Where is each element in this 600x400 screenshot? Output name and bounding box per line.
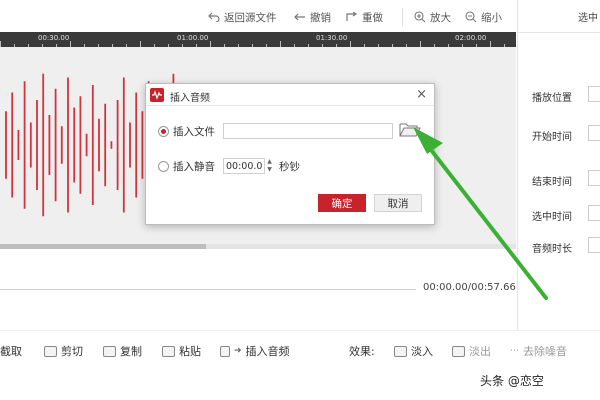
waveform-scrollbar[interactable] bbox=[0, 244, 516, 249]
back-to-source-button[interactable]: 返回源文件 bbox=[208, 9, 277, 25]
panel-divider bbox=[518, 32, 600, 33]
confirm-button[interactable]: 确定 bbox=[318, 194, 366, 212]
selected-time-field[interactable] bbox=[588, 205, 600, 221]
insert-audio-icon bbox=[220, 345, 230, 357]
redo-button[interactable]: 重做 bbox=[346, 9, 383, 25]
copy-button[interactable]: 复制 bbox=[103, 343, 142, 359]
back-to-source-label: 返回源文件 bbox=[224, 11, 277, 24]
trim-label: 截取 bbox=[0, 345, 22, 358]
paste-label: 粘贴 bbox=[179, 345, 201, 358]
ruler-tick-label: 00:30.00 bbox=[38, 34, 70, 42]
properties-panel: 选中 播放位置 开始时间 结束时间 选中时间 音频时长 bbox=[517, 0, 600, 330]
start-time-label: 开始时间 bbox=[532, 132, 572, 143]
insert-silence-label: 插入静音 bbox=[173, 161, 215, 173]
fade-in-icon bbox=[394, 345, 407, 357]
app-logo-icon bbox=[150, 88, 164, 102]
cut-label: 剪切 bbox=[61, 345, 83, 358]
start-time-field[interactable] bbox=[588, 125, 600, 141]
file-path-input[interactable] bbox=[223, 123, 393, 139]
effects-label-text: 效果: bbox=[349, 345, 375, 358]
top-toolbar: 返回源文件 撤销 重做 放大 缩小 bbox=[0, 0, 600, 32]
folder-open-icon bbox=[399, 123, 421, 137]
silence-unit-label: 秒钞 bbox=[279, 161, 300, 173]
undo-label: 撤销 bbox=[310, 11, 331, 24]
zoom-in-button[interactable]: 放大 bbox=[414, 9, 451, 25]
zoom-out-label: 缩小 bbox=[481, 11, 502, 24]
zoom-out-button[interactable]: 缩小 bbox=[465, 9, 502, 25]
close-icon[interactable]: × bbox=[416, 87, 427, 102]
ruler-tick-label: 01:30.00 bbox=[316, 34, 348, 42]
cut-button[interactable]: 剪切 bbox=[44, 343, 83, 359]
chevron-down-icon[interactable]: ▼ bbox=[265, 166, 274, 174]
fade-in-label: 淡入 bbox=[411, 345, 433, 358]
ruler-tick-label: 01:00.00 bbox=[177, 34, 209, 42]
paste-button[interactable]: 粘贴 bbox=[162, 343, 201, 359]
undo-icon bbox=[294, 13, 305, 21]
zoom-in-label: 放大 bbox=[430, 11, 451, 24]
end-time-field[interactable] bbox=[588, 170, 600, 186]
audio-duration-field[interactable] bbox=[588, 237, 600, 253]
redo-label: 重做 bbox=[362, 11, 383, 24]
copy-icon bbox=[103, 345, 116, 357]
copy-label: 复制 bbox=[120, 345, 142, 358]
dialog-title-bar[interactable]: 插入音频 × bbox=[146, 84, 434, 106]
redo-icon bbox=[346, 12, 358, 21]
arrow-right-icon: ➜ bbox=[234, 346, 242, 356]
trim-button[interactable]: 截取 bbox=[0, 343, 22, 359]
insert-silence-radio[interactable] bbox=[158, 161, 169, 172]
denoise-label: 去除噪音 bbox=[523, 345, 567, 358]
scissors-icon bbox=[44, 345, 57, 357]
insert-audio-button[interactable]: ➜ 插入音频 bbox=[220, 343, 290, 359]
insert-file-label: 插入文件 bbox=[173, 126, 215, 138]
select-label: 选中 bbox=[578, 13, 598, 24]
insert-file-radio[interactable] bbox=[158, 126, 169, 137]
zoom-in-icon bbox=[414, 11, 426, 23]
selected-time-label: 选中时间 bbox=[532, 212, 572, 223]
silence-duration-input[interactable] bbox=[223, 158, 265, 174]
zoom-out-icon bbox=[465, 11, 477, 23]
ruler-tick-label: 02:00.00 bbox=[455, 34, 487, 42]
time-readout: 00:00.00/00:57.66 bbox=[423, 282, 516, 293]
silence-duration-stepper[interactable]: ▲ ▼ bbox=[265, 158, 274, 174]
toolbar-divider bbox=[402, 8, 403, 26]
end-time-label: 结束时间 bbox=[532, 177, 572, 188]
paste-icon bbox=[162, 345, 175, 357]
dialog-title: 插入音频 bbox=[170, 93, 210, 104]
cancel-button[interactable]: 取消 bbox=[374, 194, 422, 212]
insert-audio-dialog: 插入音频 × 插入文件 插入静音 ▲ ▼ 秒钞 确定 取消 bbox=[145, 83, 435, 225]
fade-out-button[interactable]: 淡出 bbox=[452, 343, 491, 359]
effects-label: 效果: bbox=[349, 343, 375, 359]
browse-folder-button[interactable] bbox=[399, 121, 421, 139]
timeline-ruler[interactable]: 00:30.00 01:00.00 01:30.00 02:00.00 bbox=[0, 32, 516, 47]
fade-out-label: 淡出 bbox=[469, 345, 491, 358]
playback-track[interactable] bbox=[0, 289, 416, 290]
play-position-field[interactable] bbox=[588, 86, 600, 102]
edit-toolbar: 截取 剪切 复制 粘贴 ➜ 插入音频 效果: 淡入 淡出 ⋯ 去除噪音 bbox=[0, 330, 600, 370]
insert-audio-label: 插入音频 bbox=[245, 345, 290, 358]
fade-in-button[interactable]: 淡入 bbox=[394, 343, 433, 359]
undo-button[interactable]: 撤销 bbox=[294, 9, 331, 25]
scrollbar-thumb[interactable] bbox=[0, 244, 207, 249]
fade-out-icon bbox=[452, 345, 465, 357]
chevron-up-icon[interactable]: ▲ bbox=[265, 158, 274, 166]
audio-duration-label: 音频时长 bbox=[532, 244, 572, 255]
denoise-icon: ⋯ bbox=[510, 346, 519, 356]
denoise-button[interactable]: ⋯ 去除噪音 bbox=[510, 343, 567, 359]
return-icon bbox=[208, 12, 220, 22]
play-position-label: 播放位置 bbox=[532, 93, 572, 104]
watermark: 头条 @恋空 bbox=[480, 374, 544, 388]
